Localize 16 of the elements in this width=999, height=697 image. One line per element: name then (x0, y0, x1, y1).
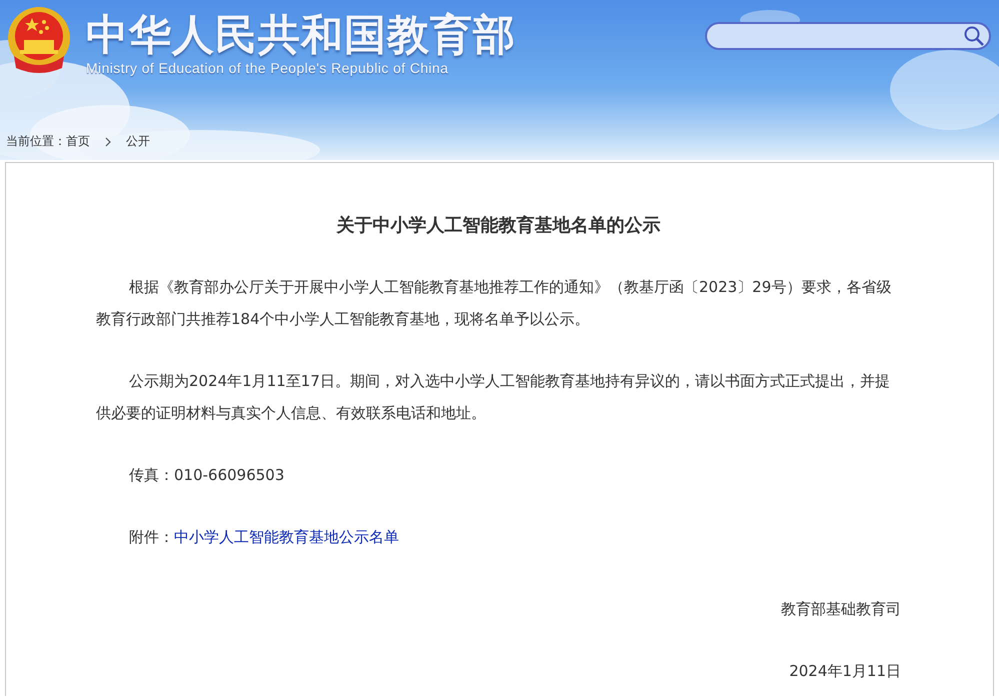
attachment-label: 附件： (129, 528, 174, 546)
site-title: 中华人民共和国教育部 (86, 10, 516, 60)
publish-date: 2024年1月11日 (789, 661, 901, 682)
paragraph: 公示期为2024年1月11至17日。期间，对入选中小学人工智能教育基地持有异议的，请以书面方式正式提出，并提供必要的证明材料与真实个人信息、有效联系电话和地址。 (96, 371, 891, 424)
signature: 教育部基础教育司 (781, 599, 901, 620)
attachment-link[interactable]: 中小学人工智能教育基地公示名单 (174, 528, 399, 546)
breadcrumb-link[interactable]: 公开 (126, 133, 150, 150)
search-icon[interactable] (963, 25, 985, 47)
paragraph: 传真：010-66096503 (128, 465, 286, 486)
paragraph: 根据《教育部办公厅关于开展中小学人工智能教育基地推荐工作的通知》（教基厅函〔2023〕29号）要求，各省级教育行政部门共推荐184个中小学人工智能教育基地，现将名单予以公示。 (96, 277, 892, 330)
search-field[interactable] (705, 22, 991, 50)
breadcrumb-link[interactable]: 首页 (66, 133, 90, 150)
article-title: 关于中小学人工智能教育基地名单的公示 (335, 214, 662, 237)
breadcrumb-label: 当前位置： (6, 133, 66, 150)
chevron-right-icon (104, 136, 112, 146)
emblem-icon (6, 6, 72, 74)
